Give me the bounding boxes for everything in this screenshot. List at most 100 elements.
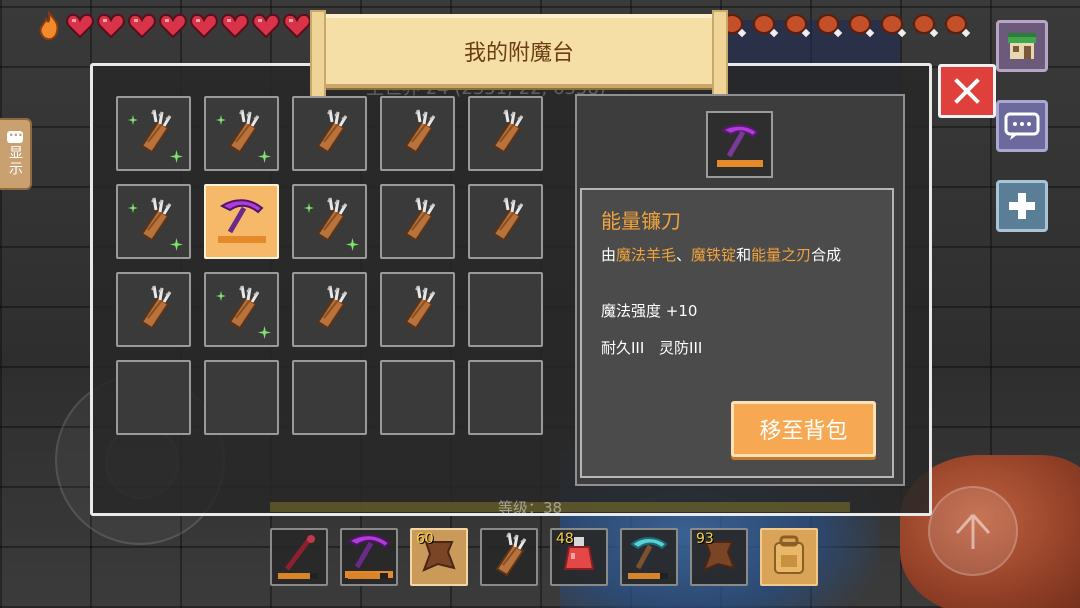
plus-icon [1009, 193, 1035, 219]
empty-slot[interactable] [468, 360, 543, 435]
heart-icon [251, 11, 281, 41]
chat-icon [1004, 112, 1040, 140]
hotbar-slot[interactable]: 60 [410, 528, 468, 586]
energy-scythe-icon [214, 192, 270, 252]
inventory-slot-quiver[interactable] [468, 184, 543, 259]
empty-slot[interactable] [380, 360, 455, 435]
enchant-sparkle-icon [170, 148, 183, 163]
quiver-icon [480, 194, 532, 250]
jump-button[interactable] [928, 486, 1018, 576]
inventory-slot-quiver[interactable] [468, 96, 543, 171]
item-stat-enchants: 耐久III 灵防III [601, 339, 703, 357]
add-button[interactable] [996, 180, 1048, 232]
chat-bubble-icon [7, 125, 23, 143]
heart-icon [65, 11, 95, 41]
enchant-sparkle-icon [170, 236, 183, 251]
hunger-drumstick-icon [847, 11, 877, 41]
chat-button[interactable] [996, 100, 1048, 152]
recipe-suffix: 合成 [811, 246, 842, 264]
recipe-ingredient: 能量之刃 [751, 246, 812, 264]
hotbar-slot[interactable] [620, 528, 678, 586]
hotbar: 60 48 93 [270, 528, 818, 586]
enchant-sparkle-icon [128, 110, 138, 125]
inventory-slot-quiver[interactable] [292, 272, 367, 347]
move-to-backpack-button[interactable]: 移至背包 [731, 401, 876, 457]
quiver-icon [392, 194, 444, 250]
durability-bar [348, 573, 388, 579]
recipe-separator: 和 [736, 246, 752, 264]
hunger-drumstick-icon [783, 11, 813, 41]
hunger-drumstick-icon [815, 11, 845, 41]
recipe-ingredient: 魔法羊毛 [616, 246, 677, 264]
inventory-slot-quiver[interactable] [116, 184, 191, 259]
shop-button[interactable] [996, 20, 1048, 72]
backpack-icon [767, 533, 811, 581]
inventory-slot-quiver[interactable] [380, 96, 455, 171]
level-label: 等级：38 [498, 499, 563, 517]
up-arrow-icon [955, 514, 991, 549]
energy-scythe-icon [716, 124, 763, 167]
heart-icon [282, 11, 312, 41]
show-tab[interactable]: 显示 [0, 118, 32, 190]
heart-icon [158, 11, 188, 41]
inventory-slot-quiver[interactable] [380, 272, 455, 347]
inventory-slot-pickaxe[interactable] [204, 184, 279, 259]
recipe-separator: 、 [676, 246, 692, 264]
enchant-sparkle-icon [128, 198, 138, 213]
heart-icon [189, 11, 219, 41]
item-stat-magic: 魔法强度 +10 [601, 302, 698, 320]
fire-status-icon [34, 11, 64, 41]
quiver-icon [483, 529, 535, 585]
durability-bar [278, 573, 318, 579]
enchant-inventory-grid [116, 96, 543, 435]
quiver-icon [304, 282, 356, 338]
empty-slot[interactable] [116, 360, 191, 435]
inventory-slot-quiver[interactable] [292, 184, 367, 259]
show-tab-label: 显示 [7, 145, 23, 177]
inventory-slot-quiver[interactable] [204, 96, 279, 171]
quiver-icon [392, 106, 444, 162]
recipe-prefix: 由 [601, 246, 617, 264]
heart-icon [220, 11, 250, 41]
quiver-icon [392, 282, 444, 338]
hunger-drumstick-icon [751, 11, 781, 41]
item-recipe: 由魔法羊毛、魔铁锭和能量之刃合成 [601, 246, 851, 265]
item-name: 能量镰刀 [601, 209, 681, 233]
durability-bar [628, 573, 668, 579]
hotbar-slot[interactable] [340, 528, 398, 586]
inventory-slot-quiver[interactable] [380, 184, 455, 259]
close-button[interactable] [938, 64, 996, 118]
hotbar-slot[interactable]: 48 [550, 528, 608, 586]
hunger-drumstick-icon [879, 11, 909, 41]
enchant-sparkle-icon [304, 198, 314, 213]
recipe-ingredient: 魔铁锭 [691, 246, 737, 264]
empty-slot[interactable] [292, 360, 367, 435]
heart-icon [96, 11, 126, 41]
empty-slot[interactable] [204, 360, 279, 435]
enchant-sparkle-icon [346, 236, 359, 251]
inventory-slot-quiver[interactable] [204, 272, 279, 347]
hotbar-slot[interactable] [480, 528, 538, 586]
hunger-drumstick-icon [943, 11, 973, 41]
inventory-slot-quiver[interactable] [116, 96, 191, 171]
enchant-sparkle-icon [216, 286, 226, 301]
detail-item-slot [706, 111, 773, 178]
title-banner: 我的附魔台 [310, 10, 728, 104]
hunger-drumstick-icon [911, 11, 941, 41]
empty-slot[interactable] [468, 272, 543, 347]
heart-icon [127, 11, 157, 41]
hotbar-slot[interactable] [270, 528, 328, 586]
item-count: 60 [416, 531, 434, 547]
quiver-icon [480, 106, 532, 162]
item-count: 93 [696, 531, 714, 547]
quiver-icon [128, 282, 180, 338]
enchant-sparkle-icon [258, 148, 271, 163]
inventory-slot-quiver[interactable] [116, 272, 191, 347]
backpack-button[interactable] [760, 528, 818, 586]
hotbar-slot[interactable]: 93 [690, 528, 748, 586]
shop-icon [1008, 33, 1036, 59]
item-count: 48 [556, 531, 574, 547]
enchant-sparkle-icon [216, 110, 226, 125]
quiver-icon [304, 106, 356, 162]
inventory-slot-quiver[interactable] [292, 96, 367, 171]
